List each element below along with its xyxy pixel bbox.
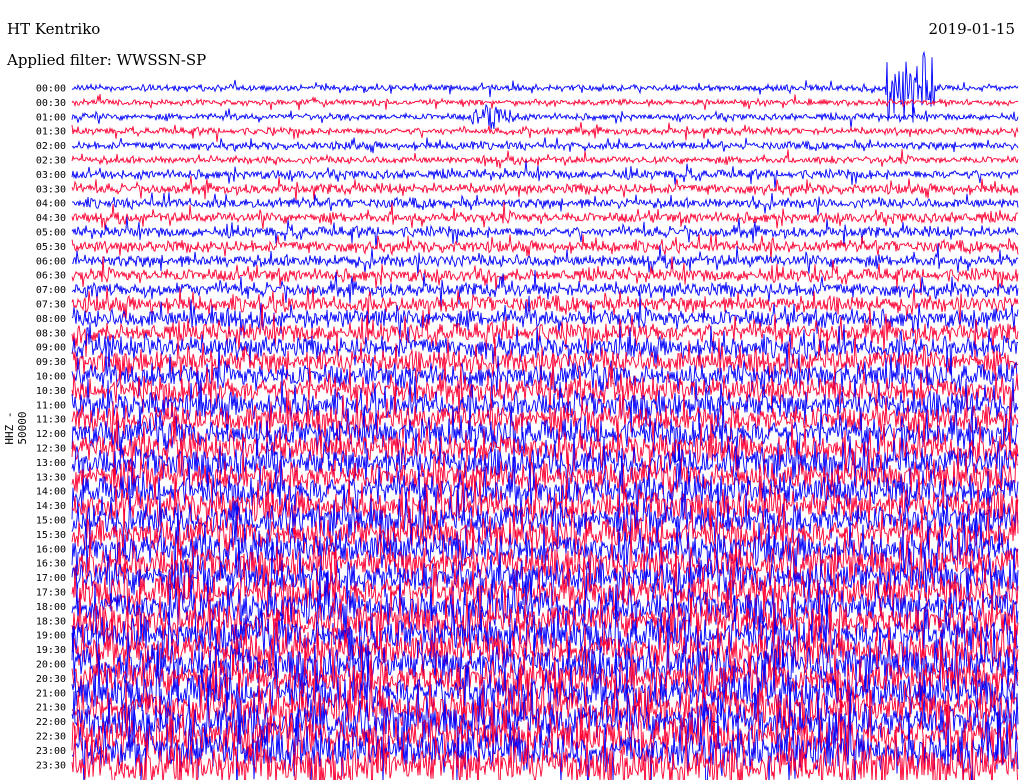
row-time-label: 12:00	[36, 429, 66, 440]
trace-line-0230	[71, 149, 1019, 169]
row-time-label: 23:30	[36, 760, 66, 771]
row-time-label: 02:00	[36, 141, 66, 152]
row-time-label: 22:30	[36, 732, 66, 743]
row-time-label: 12:30	[36, 444, 66, 455]
row-time-label: 07:30	[36, 300, 66, 311]
row-time-label: 21:00	[36, 688, 66, 699]
trace-line-0800	[71, 291, 1019, 339]
row-time-label: 05:30	[36, 242, 66, 253]
trace-line-1130	[71, 385, 1019, 455]
row-time-label: 17:30	[36, 588, 66, 599]
row-time-label: 19:30	[36, 645, 66, 656]
row-time-label: 15:00	[36, 516, 66, 527]
row-time-label: 14:30	[36, 501, 66, 512]
row-time-label: 08:30	[36, 328, 66, 339]
row-time-label: 00:00	[36, 84, 66, 95]
row-time-label: 22:00	[36, 717, 66, 728]
row-time-label: 07:00	[36, 285, 66, 296]
row-time-label: 06:00	[36, 256, 66, 267]
row-time-label: 06:30	[36, 271, 66, 282]
row-time-label: 05:00	[36, 228, 66, 239]
row-time-label: 11:30	[36, 415, 66, 426]
row-time-label: 13:00	[36, 458, 66, 469]
row-time-label: 01:00	[36, 112, 66, 123]
trace-line-0600	[71, 243, 1019, 276]
trace-line-1230	[71, 406, 1019, 485]
row-time-label: 01:30	[36, 127, 66, 138]
row-label-group: 00:00 00:30 01:00 01:30 02:00 02:30 03:00 03:30…	[36, 84, 66, 772]
row-time-label: 16:00	[36, 544, 66, 555]
row-time-label: 23:00	[36, 746, 66, 757]
row-time-label: 10:00	[36, 372, 66, 383]
trace-group	[71, 50, 1019, 780]
trace-line-0200	[71, 137, 1019, 154]
row-time-label: 10:30	[36, 386, 66, 397]
trace-line-0030	[71, 94, 1019, 111]
row-time-label: 04:30	[36, 213, 66, 224]
row-time-label: 04:00	[36, 199, 66, 210]
row-time-label: 11:00	[36, 400, 66, 411]
trace-line-0300	[71, 161, 1019, 189]
row-time-label: 16:30	[36, 559, 66, 570]
row-time-label: 18:00	[36, 602, 66, 613]
row-time-label: 13:30	[36, 472, 66, 483]
row-time-label: 20:30	[36, 674, 66, 685]
row-time-label: 18:30	[36, 616, 66, 627]
row-time-label: 19:00	[36, 631, 66, 642]
row-time-label: 02:30	[36, 156, 66, 167]
row-time-label: 20:00	[36, 660, 66, 671]
row-time-label: 08:00	[36, 314, 66, 325]
trace-line-0830	[71, 304, 1019, 359]
seismogram-plot: 00:00 00:30 01:00 01:30 02:00 02:30 03:00 03:30…	[36, 50, 1019, 780]
row-time-label: 15:30	[36, 530, 66, 541]
trace-line-0000	[71, 50, 1019, 123]
row-time-label: 09:30	[36, 357, 66, 368]
trace-line-0100	[71, 103, 1019, 130]
row-time-label: 14:00	[36, 487, 66, 498]
row-time-label: 21:30	[36, 703, 66, 714]
row-time-label: 00:30	[36, 98, 66, 109]
row-time-label: 03:00	[36, 170, 66, 181]
row-time-label: 09:00	[36, 343, 66, 354]
row-time-label: 03:30	[36, 184, 66, 195]
row-time-label: 17:00	[36, 573, 66, 584]
